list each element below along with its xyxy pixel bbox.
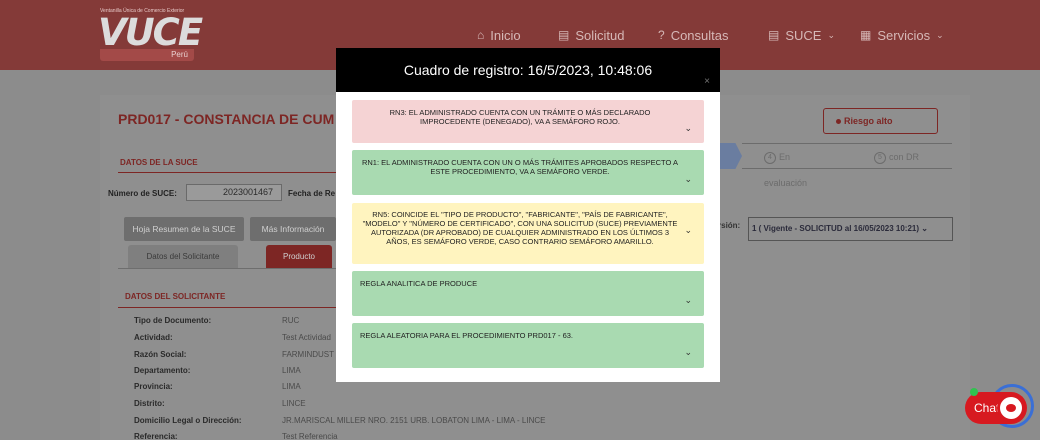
field-value: LINCE [282,399,306,408]
field-value: JR.MARISCAL MILLER NRO. 2151 URB. LOBATO… [282,416,546,425]
chat-label: Chat [974,401,1000,415]
rule-text: REGLA ANALITICA DE PRODUCE [360,279,478,288]
field-label: Referencia: [134,432,178,440]
rule-item-analitica[interactable]: REGLA ANALITICA DE PRODUCE ⌄ [352,271,704,316]
field-label: Tipo de Documento: [134,316,212,325]
rule-text: RN5: COINCIDE EL "TIPO DE PRODUCTO", "FA… [362,210,678,246]
section-title-suce: DATOS DE LA SUCE [120,158,198,167]
risk-badge: Riesgo alto [823,108,938,134]
field-label: Provincia: [134,382,173,391]
nav-label: SUCE [785,27,822,43]
fecha-label: Fecha de Re [288,189,336,198]
step-label: con DR [889,152,920,162]
rule-item-rn5[interactable]: RN5: COINCIDE EL "TIPO DE PRODUCTO", "FA… [352,203,704,264]
hoja-resumen-button[interactable]: Hoja Resumen de la SUCE [124,217,244,241]
document-icon: ▤ [558,28,570,42]
chat-button[interactable]: Chat [965,392,1027,424]
suce-number-label: Número de SUCE: [108,189,177,198]
step-arrow [720,143,742,169]
nav-label: Consultas [670,27,729,43]
close-icon[interactable]: × [704,60,710,104]
home-icon: ⌂ [477,28,485,42]
step-number: 5 [874,151,886,164]
field-value: LIMA [282,366,301,375]
field-value: RUC [282,316,300,325]
field-value: Test Referencia [282,432,338,440]
online-status-icon [970,388,978,396]
section-divider [118,307,336,308]
services-icon: ▦ [860,28,872,42]
page-title: PRD017 - CONSTANCIA DE CUM [118,111,335,127]
modal-title: Cuadro de registro: 16/5/2023, 10:48:06 [403,62,653,78]
field-value: Test Actividad [282,333,331,342]
field-value: FARMINDUST [282,350,334,359]
field-label: Razón Social: [134,350,187,359]
modal-header: Cuadro de registro: 16/5/2023, 10:48:06 … [336,48,720,92]
rule-item-aleatoria[interactable]: REGLA ALEATORIA PARA EL PROCEDIMIENTO PR… [352,323,704,368]
nav-servicios[interactable]: ▦ Servicios ⌄ [860,0,944,70]
tab-datos-solicitante[interactable]: Datos del Solicitante [128,245,238,268]
question-icon: ? [658,28,665,42]
logo-word: VUCE [98,11,203,54]
nav-label: Servicios [877,27,931,43]
mas-informacion-button[interactable]: Más Información [250,217,336,241]
chat-bubble-icon [997,394,1025,422]
nav-label: Solicitud [575,27,625,43]
chevron-down-icon[interactable]: ⌄ [684,124,692,133]
chevron-down-icon: ⌄ [827,29,836,40]
risk-label: Riesgo alto [844,116,893,126]
nav-label: Inicio [490,27,521,43]
rule-item-rn1[interactable]: RN1: EL ADMINISTRADO CUENTA CON UN O MÁS… [352,150,704,195]
tabs-divider [118,268,336,269]
step-con-dr: 5 con DR [852,143,952,169]
section-divider [118,172,338,173]
logo-country: Perú [100,49,194,61]
chevron-down-icon: ⌄ [936,29,944,40]
registro-modal: Cuadro de registro: 16/5/2023, 10:48:06 … [336,48,720,382]
progress-steps: 4 En evaluación 5 con DR [720,143,952,188]
chevron-down-icon: ⌄ [921,224,928,233]
rule-item-rn3[interactable]: RN3: EL ADMINISTRADO CUENTA CON UN TRÁMI… [352,100,704,143]
field-label: Domicilio Legal o Dirección: [134,416,242,425]
risk-dot-icon [836,119,841,125]
step-number: 4 [764,151,776,164]
version-select[interactable]: 1 ( Vigente - SOLICITUD al 16/05/2023 10… [748,217,953,241]
vuce-logo[interactable]: Ventanilla Única de Comercio Exterior VU… [98,8,203,62]
field-label: Departamento: [134,366,191,375]
version-value: 1 ( Vigente - SOLICITUD al 16/05/2023 10… [752,224,920,233]
field-value: LIMA [282,382,301,391]
chevron-down-icon[interactable]: ⌄ [684,348,692,357]
rule-text: RN1: EL ADMINISTRADO CUENTA CON UN O MÁS… [361,158,679,176]
suce-number-field: 2023001467 [186,184,282,201]
nav-suce[interactable]: ▤ SUCE ⌄ [768,0,835,70]
step-en-evaluacion: 4 En evaluación [742,143,852,188]
chevron-down-icon[interactable]: ⌄ [684,175,692,184]
rule-text: REGLA ALEATORIA PARA EL PROCEDIMIENTO PR… [360,331,573,340]
chevron-down-icon[interactable]: ⌄ [684,296,692,305]
chevron-down-icon[interactable]: ⌄ [684,226,692,235]
rule-text: RN3: EL ADMINISTRADO CUENTA CON UN TRÁMI… [389,108,651,126]
document-icon: ▤ [768,28,780,42]
field-label: Distrito: [134,399,165,408]
field-label: Actividad: [134,333,173,342]
tab-producto[interactable]: Producto [266,245,332,268]
version-label: rsión: [718,221,741,230]
section-title-solicitante: DATOS DEL SOLICITANTE [125,292,226,301]
